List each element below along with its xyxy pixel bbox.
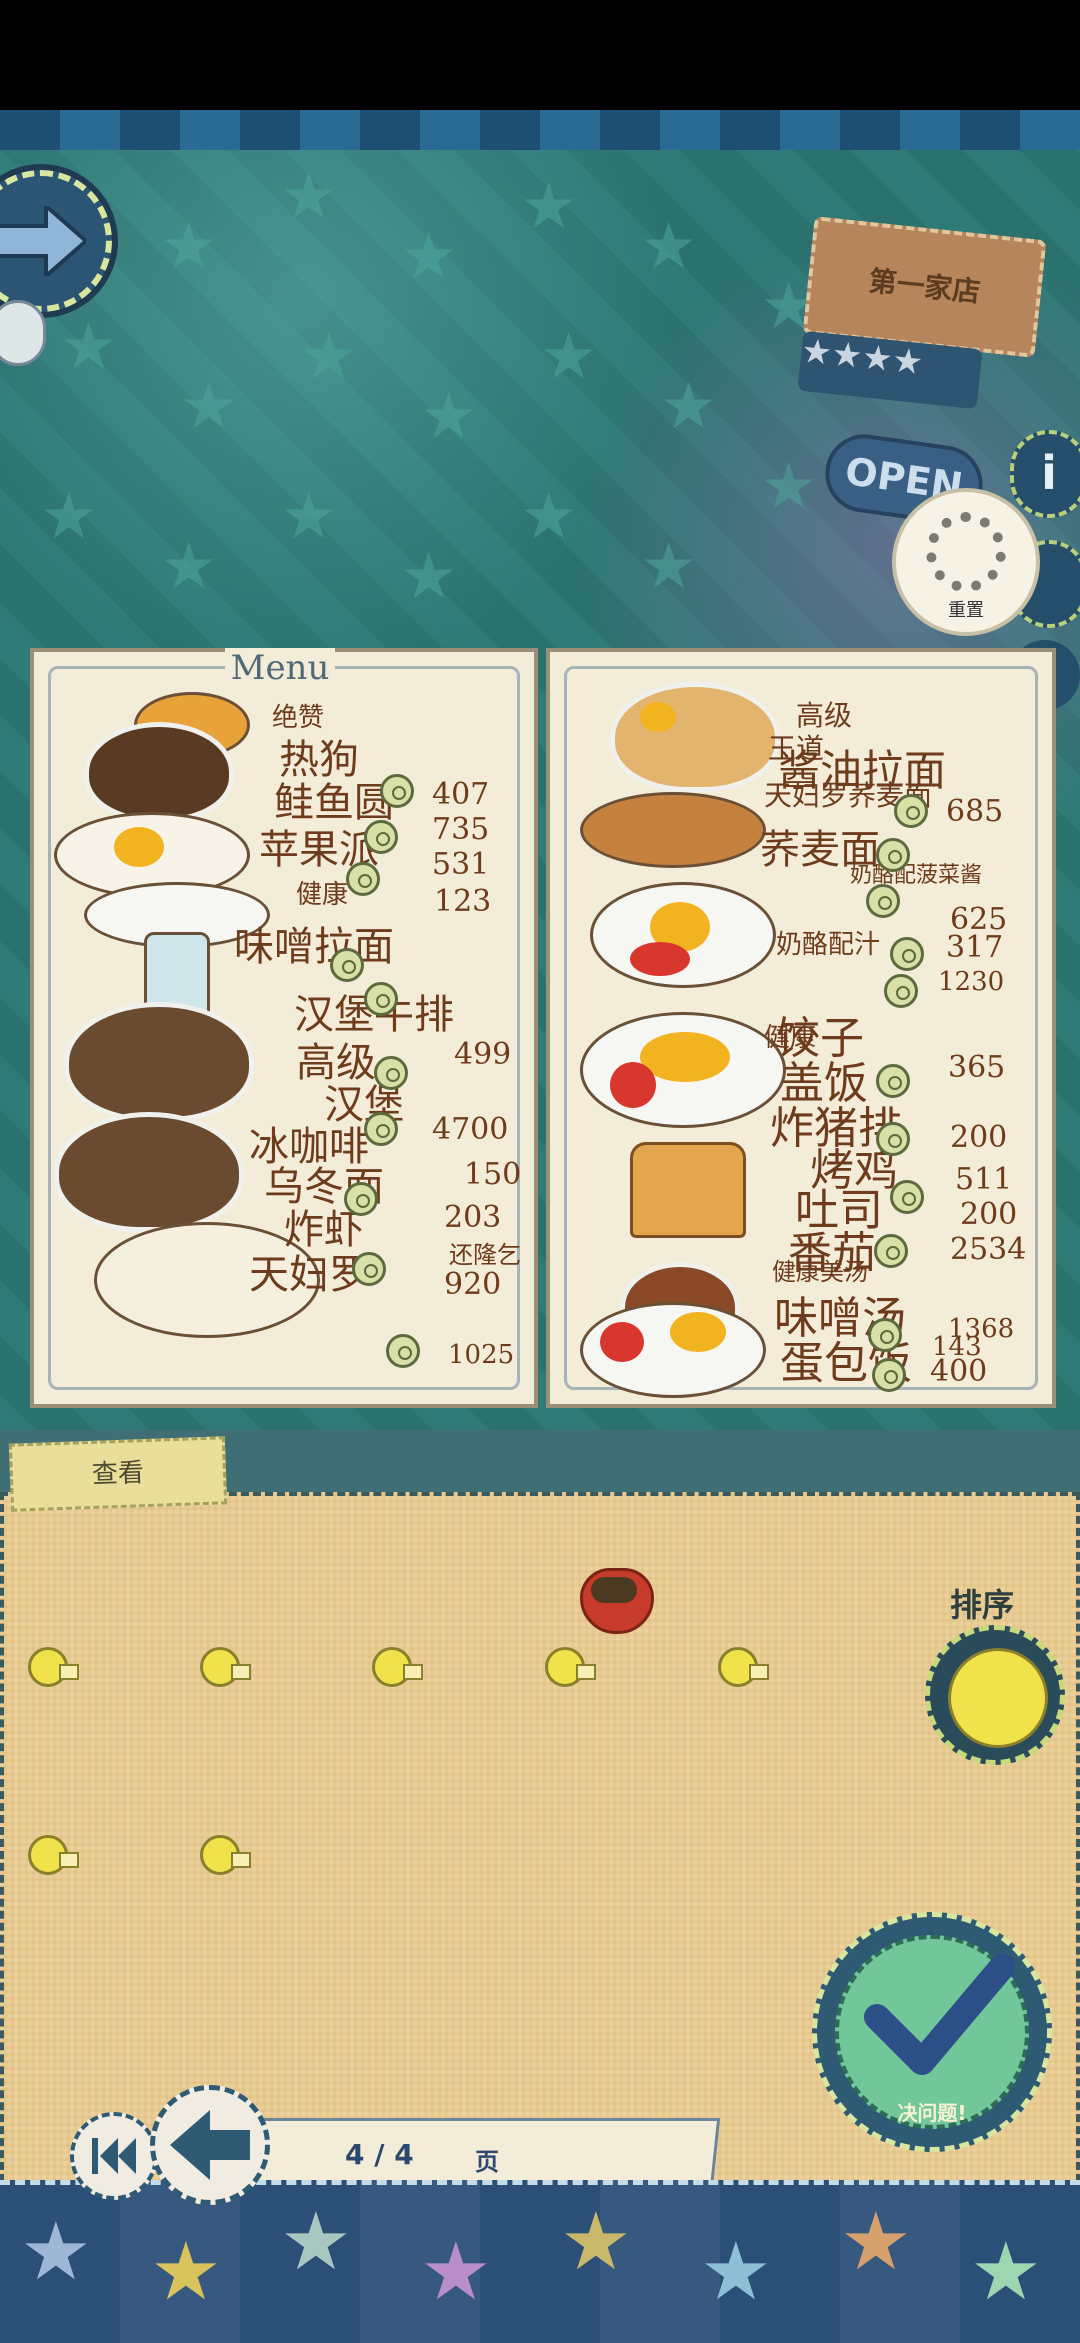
menu-text: 健康 <box>764 1023 817 1053</box>
coin-icon <box>894 794 928 828</box>
coin-icon <box>364 820 398 854</box>
page-unit: 页 <box>475 2148 499 2176</box>
first-page-button[interactable] <box>70 2112 158 2200</box>
page-indicator: 4 / 4 <box>345 2138 414 2171</box>
menu-title: Menu <box>225 648 335 692</box>
checkmark-icon <box>864 1954 1015 2075</box>
info-button[interactable]: i <box>1010 430 1080 518</box>
menu-text: 499 <box>454 1037 512 1072</box>
coin-icon <box>872 1358 906 1392</box>
sort-label: 排序 <box>950 1586 1015 1624</box>
menu-page-right: 高级 王道 酱油拉面 天妇罗荞麦面 685 荞麦面 奶酪配菠菜酱 625 奶酪配… <box>546 648 1056 1408</box>
coin-icon <box>890 937 924 971</box>
view-tab[interactable]: 查看 <box>8 1436 228 1512</box>
smiley-icon <box>948 1648 1048 1748</box>
customer-slot-icon[interactable] <box>28 1647 79 1687</box>
coin-icon <box>890 1180 924 1214</box>
coin-icon <box>330 948 364 982</box>
customer-slot-icon[interactable] <box>200 1835 251 1875</box>
coin-icon <box>884 974 918 1008</box>
menu-text: 150 <box>464 1157 522 1192</box>
arrow-left-icon <box>170 2110 250 2180</box>
confirm-button[interactable]: 决问题! <box>812 1912 1052 2152</box>
menu-text: 407 <box>432 777 490 812</box>
coin-icon <box>364 1112 398 1146</box>
coin-icon <box>364 982 398 1016</box>
menu-text: 天妇罗 <box>249 1252 369 1298</box>
menu-text: 4700 <box>432 1112 509 1147</box>
menu-text: 还隆乞 <box>449 1241 521 1269</box>
customer-slot-icon[interactable] <box>718 1647 769 1687</box>
skip-back-icon <box>92 2138 136 2174</box>
coin-icon <box>380 774 414 808</box>
pause-icon[interactable] <box>0 300 46 366</box>
customer-slot-icon[interactable] <box>28 1835 79 1875</box>
menu-page-left: 绝赞 热狗 鲑鱼圆 407 苹果派 735 531 健康 123 味噌拉面 汉堡… <box>30 648 538 1408</box>
menu-text: 531 <box>432 847 490 882</box>
reset-label: 重置 <box>948 600 984 621</box>
coin-icon <box>876 1064 910 1098</box>
menu-text: 203 <box>444 1200 502 1235</box>
menu-text: 920 <box>444 1267 502 1302</box>
loading-spinner-icon <box>926 512 1006 592</box>
menu-text: 400 <box>930 1354 988 1389</box>
coin-icon <box>868 1318 902 1352</box>
menu-text: 健康 <box>296 880 349 910</box>
confirm-label: 决问题! <box>897 2101 967 2125</box>
coin-icon <box>374 1056 408 1090</box>
menu-text: 2534 <box>950 1232 1027 1267</box>
menu-text: 奶酪配菠菜酱 <box>850 863 983 888</box>
menu-text: 123 <box>434 884 492 919</box>
menu-text: 味噌拉面 <box>234 924 394 970</box>
menu-text: 511 <box>955 1162 1013 1197</box>
menu-text: 1025 <box>448 1340 515 1370</box>
sort-button[interactable] <box>925 1625 1065 1765</box>
coin-icon <box>346 862 380 896</box>
menu-text: 365 <box>948 1050 1006 1085</box>
previous-page-button[interactable] <box>150 2085 270 2205</box>
coin-icon <box>876 838 910 872</box>
menu-text: 200 <box>950 1120 1008 1155</box>
customer-slot-icon[interactable] <box>200 1647 251 1687</box>
menu-text: 200 <box>960 1197 1018 1232</box>
coin-icon <box>344 1182 378 1216</box>
arrow-right-icon <box>0 206 86 276</box>
coin-icon <box>874 1234 908 1268</box>
reset-button[interactable]: 重置 <box>892 488 1040 636</box>
status-bar <box>0 0 1080 110</box>
menu-text: 1230 <box>938 967 1005 997</box>
menu-text: 735 <box>432 812 490 847</box>
coin-icon <box>876 1122 910 1156</box>
menu-text: 奶酪配汁 <box>776 930 881 960</box>
customer-slot-icon[interactable] <box>372 1647 423 1687</box>
menu-text: 317 <box>946 930 1004 965</box>
menu-text: 685 <box>946 794 1004 829</box>
coin-icon <box>866 884 900 918</box>
quilt-border-bottom: ★ ★ ★ ★ ★ ★ ★ ★ <box>0 2180 1080 2343</box>
coin-icon <box>386 1334 420 1368</box>
coin-icon <box>352 1252 386 1286</box>
customer-slot-icon[interactable] <box>545 1647 596 1687</box>
